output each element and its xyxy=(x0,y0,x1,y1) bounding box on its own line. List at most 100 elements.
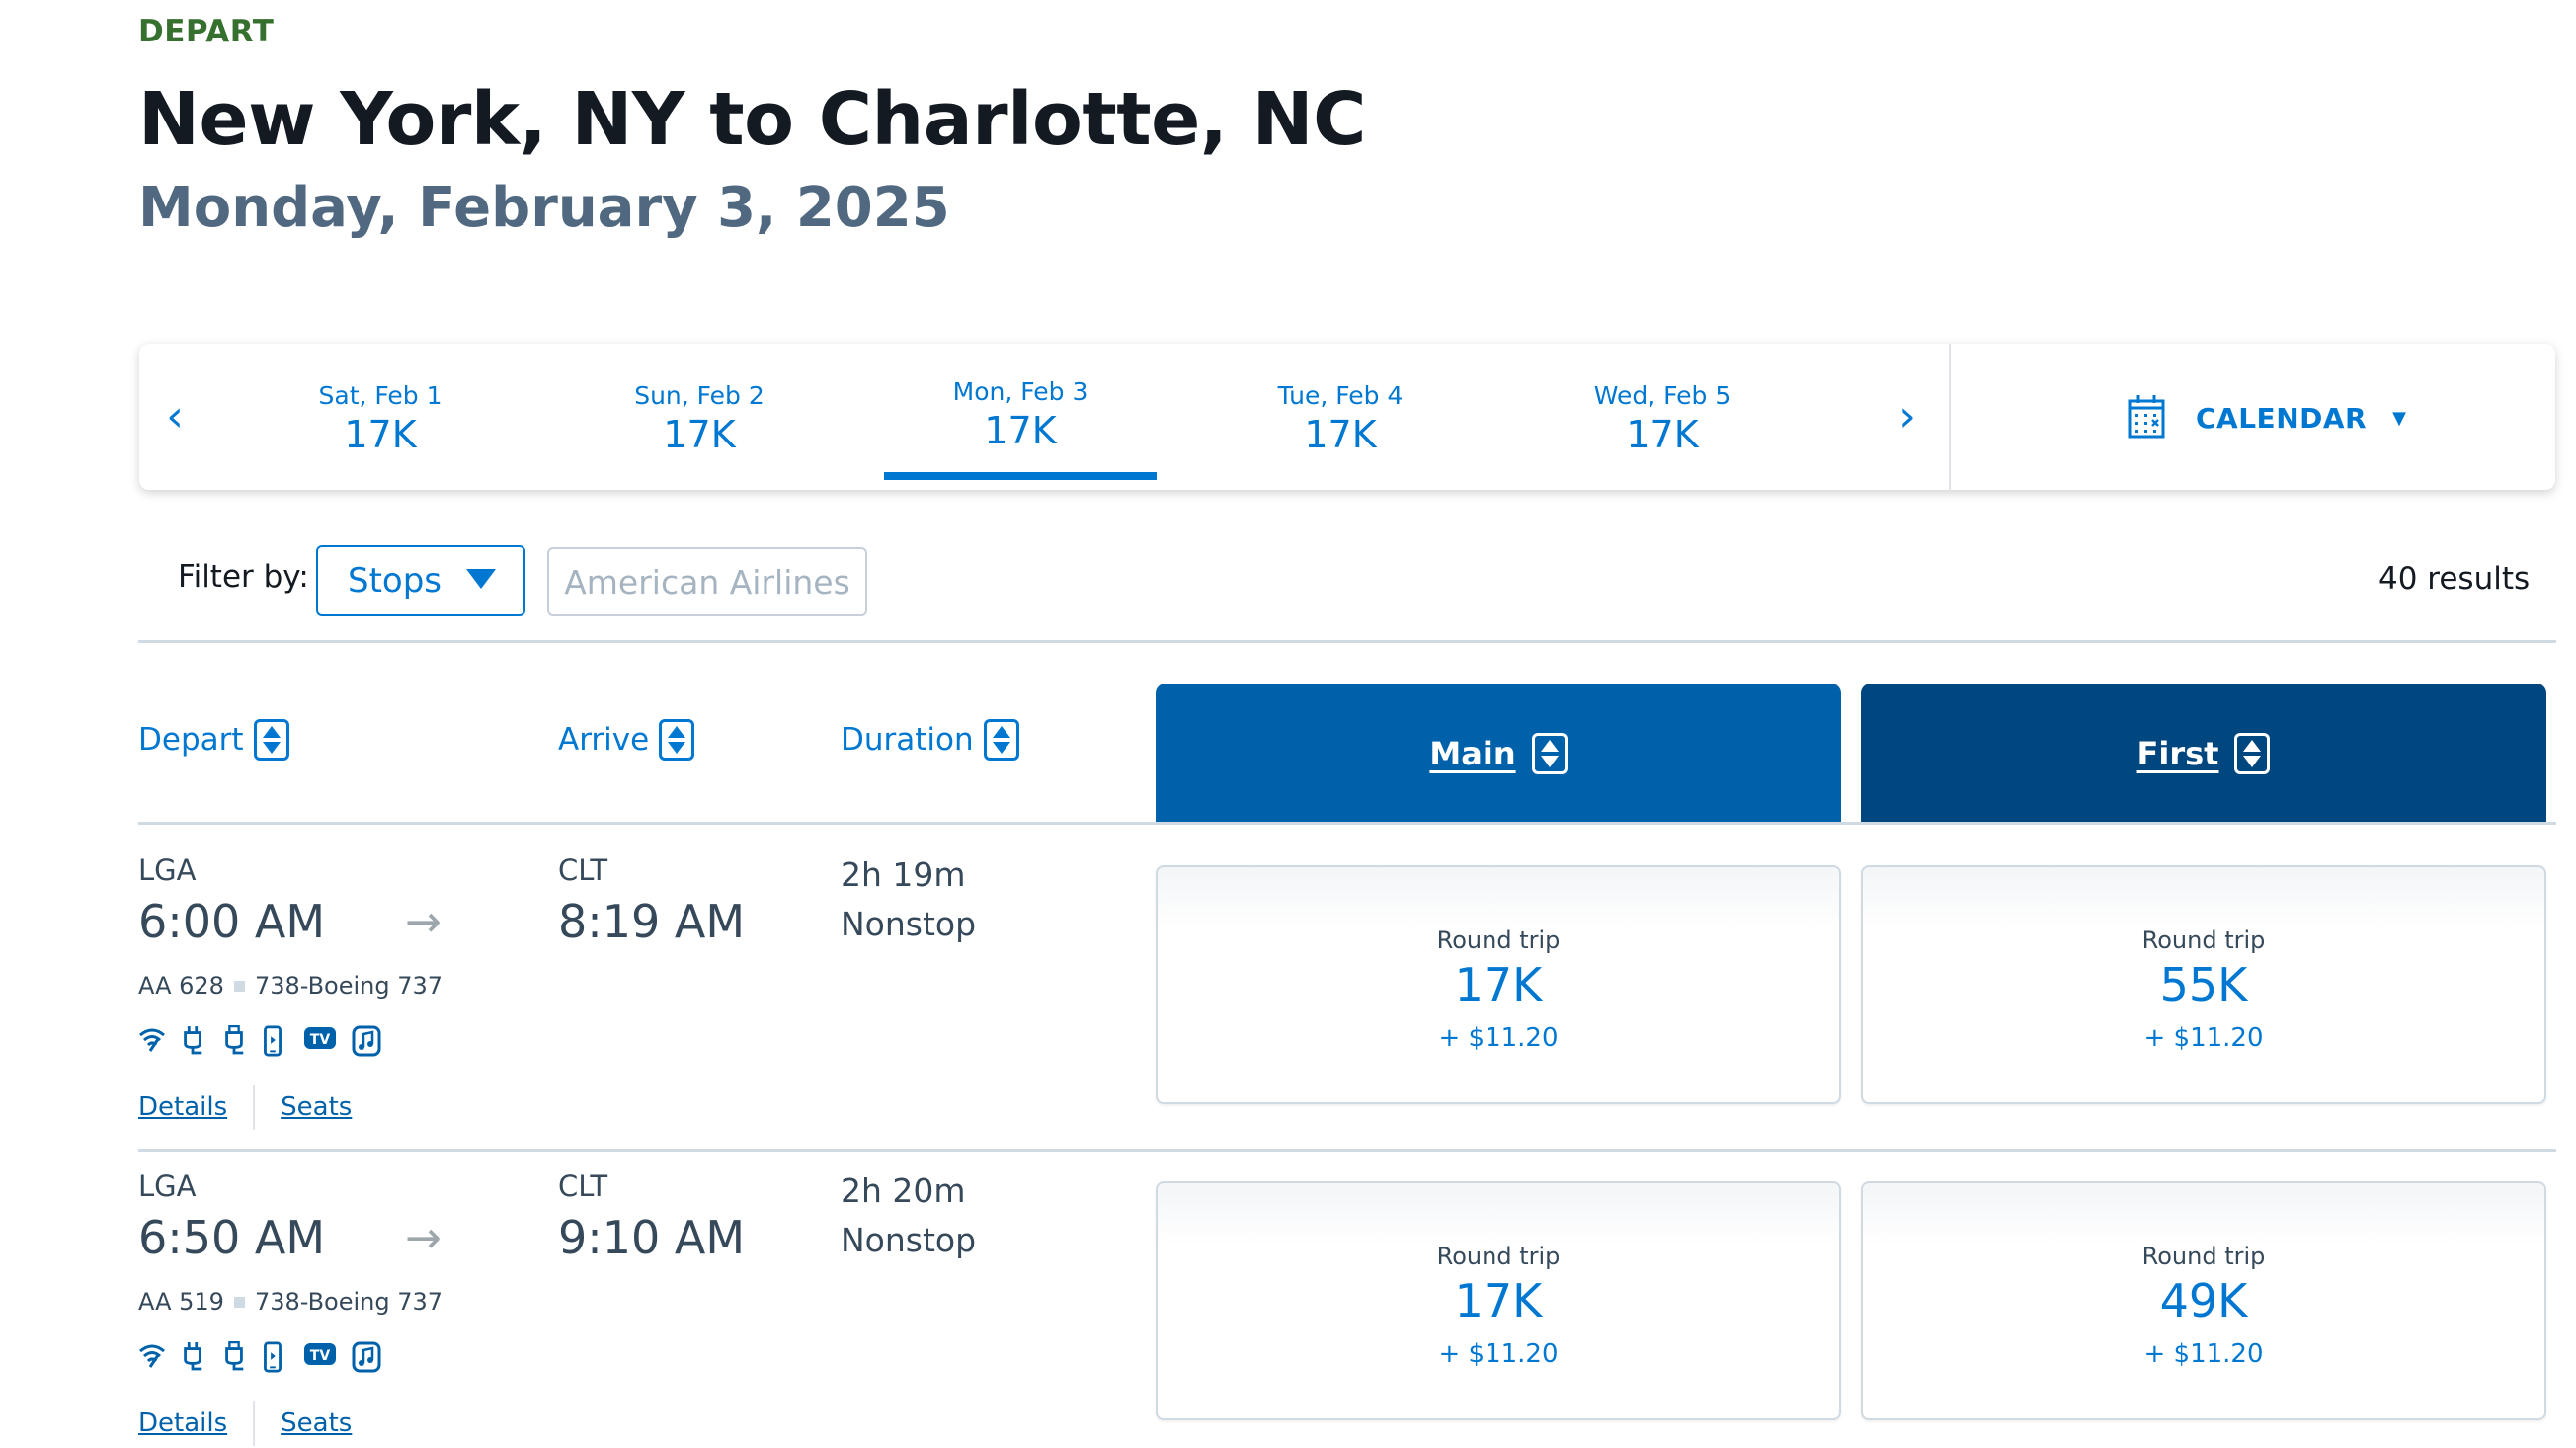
seats-link[interactable]: Seats xyxy=(281,1408,352,1438)
sort-first-cabin-button[interactable]: First xyxy=(1861,684,2546,824)
destination-airport: CLT xyxy=(558,853,608,887)
results-count: 40 results xyxy=(2378,561,2531,597)
fare-trip-type: Round trip xyxy=(1436,926,1561,954)
date-tab-sun-feb-2[interactable]: Sun, Feb 2 17K xyxy=(563,344,836,490)
tv-icon: TV xyxy=(304,1341,336,1369)
flight-duration: 2h 19m xyxy=(841,855,966,894)
usb-icon xyxy=(221,1025,247,1053)
fare-taxes: + $11.20 xyxy=(2143,1339,2264,1369)
cabin-label: Main xyxy=(1429,735,1516,772)
calendar-button[interactable]: CALENDAR ▼ xyxy=(2127,393,2406,442)
page-title: New York, NY to Charlotte, NC xyxy=(138,77,1366,162)
usb-icon xyxy=(221,1341,247,1369)
fare-trip-type: Round trip xyxy=(1436,1243,1561,1270)
amenities: TV xyxy=(138,1025,381,1053)
streaming-device-icon xyxy=(263,1025,288,1053)
date-tab-price: 17K xyxy=(344,413,417,456)
wifi-icon xyxy=(138,1341,164,1369)
main-fare-button[interactable]: Round trip 17K + $11.20 xyxy=(1156,865,1841,1104)
aircraft-type: 738-Boeing 737 xyxy=(254,1288,443,1316)
date-tab-label: Tue, Feb 4 xyxy=(1277,381,1404,410)
date-tab-price: 17K xyxy=(1304,413,1377,456)
fare-taxes: + $11.20 xyxy=(2143,1023,2264,1053)
sort-icon xyxy=(2234,733,2271,774)
chevron-down-icon: ▼ xyxy=(2392,407,2406,429)
seats-link[interactable]: Seats xyxy=(281,1092,352,1122)
fare-miles: 55K xyxy=(2159,958,2248,1011)
origin-airport: LGA xyxy=(138,1169,197,1203)
music-icon xyxy=(352,1341,381,1369)
selected-date-indicator xyxy=(884,472,1157,480)
svg-text:TV: TV xyxy=(310,1348,331,1364)
flight-stops: Nonstop xyxy=(841,1221,977,1259)
date-tab-price: 17K xyxy=(984,409,1057,452)
date-tab-tue-feb-4[interactable]: Tue, Feb 4 17K xyxy=(1204,344,1477,490)
aircraft-type: 738-Boeing 737 xyxy=(254,972,443,1000)
depart-time: 6:00 AM xyxy=(138,895,326,948)
date-tab-label: Mon, Feb 3 xyxy=(952,377,1088,406)
flight-duration: 2h 20m xyxy=(841,1171,966,1210)
flight-row: LGA 6:50 AM → CLT 9:10 AM AA 519 738-Boe… xyxy=(0,1156,2576,1448)
date-tab-label: Wed, Feb 5 xyxy=(1593,381,1731,410)
fare-taxes: + $11.20 xyxy=(1438,1339,1559,1369)
chevron-right-icon[interactable]: › xyxy=(1888,391,1927,442)
details-link[interactable]: Details xyxy=(138,1408,227,1438)
date-tab-price: 17K xyxy=(1626,413,1699,456)
sort-duration-button[interactable]: Duration xyxy=(841,719,1019,761)
filter-label: Filter by: xyxy=(178,559,309,595)
streaming-device-icon xyxy=(263,1341,288,1369)
chevron-down-icon xyxy=(466,569,496,589)
flight-info: AA 628 738-Boeing 737 xyxy=(138,972,443,1000)
separator xyxy=(253,1085,256,1130)
main-fare-button[interactable]: Round trip 17K + $11.20 xyxy=(1156,1181,1841,1420)
travel-date: Monday, February 3, 2025 xyxy=(138,176,950,240)
sort-arrive-button[interactable]: Arrive xyxy=(558,719,695,761)
details-link[interactable]: Details xyxy=(138,1092,227,1122)
arrow-right-icon: → xyxy=(405,1213,442,1263)
flight-links: Details Seats xyxy=(138,1401,352,1446)
flight-info: AA 519 738-Boeing 737 xyxy=(138,1288,443,1316)
wifi-icon xyxy=(138,1025,164,1053)
sort-depart-button[interactable]: Depart xyxy=(138,719,289,761)
fare-trip-type: Round trip xyxy=(2141,926,2266,954)
svg-text:TV: TV xyxy=(310,1032,331,1048)
calendar-label: CALENDAR xyxy=(2196,401,2368,435)
sort-main-cabin-button[interactable]: Main xyxy=(1156,684,1841,824)
date-tab-price: 17K xyxy=(663,413,736,456)
date-tab-label: Sun, Feb 2 xyxy=(634,381,765,410)
chevron-left-icon[interactable]: ‹ xyxy=(155,391,195,442)
date-tab-mon-feb-3[interactable]: Mon, Feb 3 17K xyxy=(884,344,1157,490)
fare-trip-type: Round trip xyxy=(2141,1243,2266,1270)
sort-icon xyxy=(253,719,289,761)
flight-number: AA 628 xyxy=(138,972,224,1000)
sort-icon xyxy=(983,719,1019,761)
depart-time: 6:50 AM xyxy=(138,1211,326,1264)
first-fare-button[interactable]: Round trip 55K + $11.20 xyxy=(1861,865,2546,1104)
date-tab-sat-feb-1[interactable]: Sat, Feb 1 17K xyxy=(244,344,517,490)
flight-row: LGA 6:00 AM → CLT 8:19 AM AA 628 738-Boe… xyxy=(0,840,2576,1156)
first-fare-button[interactable]: Round trip 49K + $11.20 xyxy=(1861,1181,2546,1420)
flight-links: Details Seats xyxy=(138,1085,352,1130)
fare-taxes: + $11.20 xyxy=(1438,1023,1559,1053)
separator xyxy=(233,980,245,992)
arrive-time: 8:19 AM xyxy=(558,895,746,948)
cabin-label: First xyxy=(2136,735,2219,772)
amenities: TV xyxy=(138,1341,381,1369)
power-outlet-icon xyxy=(180,1341,205,1369)
airline-filter-button[interactable]: American Airlines xyxy=(547,547,867,616)
arrow-right-icon: → xyxy=(405,897,442,947)
column-label: Arrive xyxy=(558,722,650,758)
flight-number: AA 519 xyxy=(138,1288,224,1316)
calendar-icon xyxy=(2127,393,2166,442)
tv-icon: TV xyxy=(304,1025,336,1053)
carousel-divider xyxy=(1949,344,1951,490)
column-label: Duration xyxy=(841,722,974,758)
arrive-time: 9:10 AM xyxy=(558,1211,746,1264)
fare-miles: 49K xyxy=(2159,1274,2248,1327)
origin-airport: LGA xyxy=(138,853,197,887)
date-tab-label: Sat, Feb 1 xyxy=(318,381,443,410)
separator xyxy=(233,1296,245,1308)
stops-filter-select[interactable]: Stops xyxy=(316,545,525,616)
divider xyxy=(138,640,2556,643)
date-tab-wed-feb-5[interactable]: Wed, Feb 5 17K xyxy=(1526,344,1799,490)
